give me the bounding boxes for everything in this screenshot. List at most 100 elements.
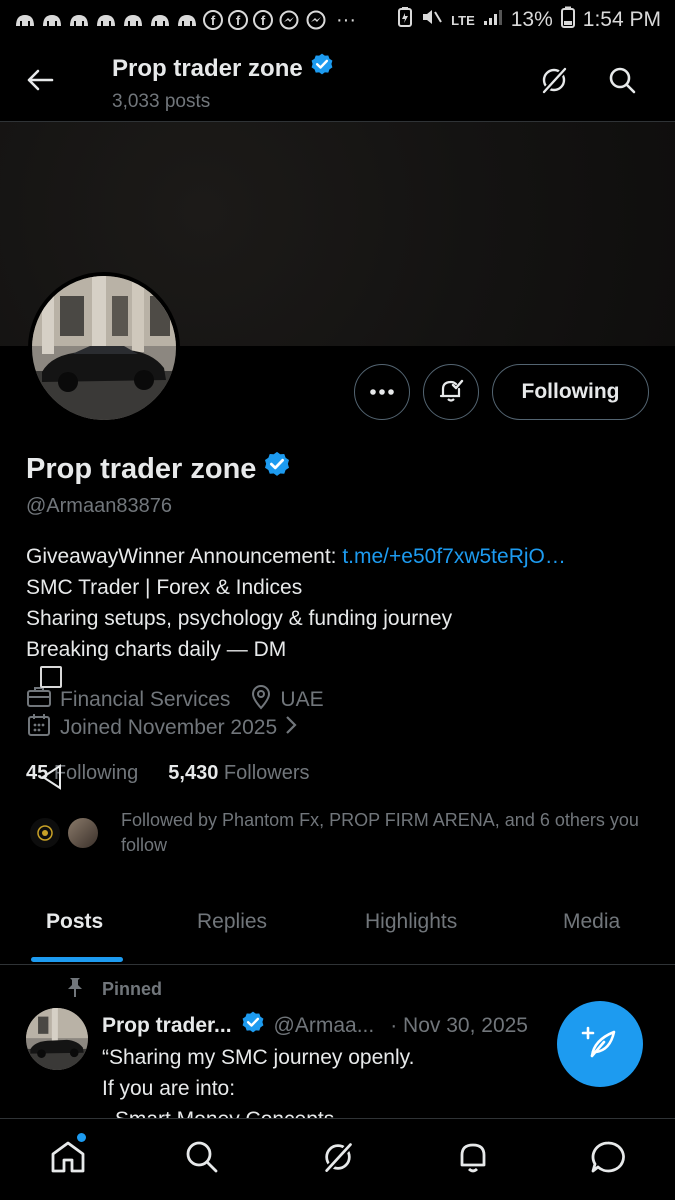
- pinned-label-row: Pinned: [66, 976, 162, 1003]
- more-dots-icon: [369, 383, 395, 401]
- grok-button[interactable]: [534, 62, 574, 102]
- arrow-left-icon: [26, 68, 54, 97]
- grok-icon: [539, 65, 569, 100]
- bio-text: GiveawayWinner Announcement:: [26, 545, 343, 568]
- pinned-label: Pinned: [102, 979, 163, 999]
- profile-joined-row[interactable]: Joined November 2025: [26, 712, 297, 744]
- bottom-navigation: [0, 1118, 675, 1200]
- nav-notifications[interactable]: [453, 1139, 493, 1179]
- battery-icon: [560, 6, 575, 34]
- app-notification-icon: [149, 11, 171, 29]
- chevron-right-icon: [285, 715, 297, 741]
- new-content-dot: [77, 1133, 86, 1142]
- bio-line: GiveawayWinner Announcement: t.me/+e50f7…: [26, 541, 656, 572]
- verified-badge-icon[interactable]: [262, 450, 292, 488]
- post-header: Prop trader... @Armaa... · Nov 30, 2025: [102, 1010, 528, 1042]
- more-notifications-icon: ···: [336, 8, 356, 31]
- facebook-icon: f: [203, 10, 223, 30]
- compose-post-button[interactable]: [557, 1001, 643, 1087]
- post-line: “Sharing my SMC journey openly.: [102, 1046, 415, 1069]
- verified-badge-icon: [309, 52, 335, 85]
- system-indicators: LTE 13% 1:54 PM: [397, 6, 661, 34]
- avatar: [28, 816, 62, 850]
- briefcase-icon: [26, 685, 52, 715]
- profile-bio: GiveawayWinner Announcement: t.me/+e50f7…: [26, 541, 656, 665]
- bio-line: Sharing setups, psychology & funding jou…: [26, 607, 453, 630]
- bio-link[interactable]: t.me/+e50f7xw5teRjO…: [342, 545, 566, 568]
- app-notification-icon: [14, 11, 36, 29]
- facebook-icon: f: [228, 10, 248, 30]
- post-line: If you are into:: [102, 1077, 236, 1100]
- post-avatar-photo: [26, 1008, 88, 1070]
- followed-by-avatars: [26, 814, 106, 854]
- network-type: LTE: [451, 12, 475, 28]
- mute-icon: [421, 7, 443, 33]
- followers-count: 5,430: [168, 762, 219, 784]
- nav-messages[interactable]: [588, 1139, 628, 1179]
- compose-feather-icon: [580, 1022, 620, 1067]
- followers-stat[interactable]: 5,430 Followers: [168, 762, 309, 785]
- signal-icon: [483, 8, 503, 32]
- nav-explore[interactable]: [182, 1139, 222, 1179]
- avatar: [66, 816, 100, 850]
- search-button[interactable]: [602, 62, 642, 102]
- system-overlay-square-icon: [40, 666, 62, 688]
- profile-handle: @Armaan83876: [26, 495, 172, 517]
- app-notification-icon: [68, 11, 90, 29]
- avatar[interactable]: [26, 1008, 88, 1070]
- battery-saver-icon: [397, 6, 413, 34]
- post-text[interactable]: “Sharing my SMC journey openly. If you a…: [102, 1042, 562, 1118]
- system-overlay-back-icon: [40, 764, 62, 795]
- post-line: - Smart Money Concepts: [102, 1104, 562, 1118]
- facebook-icon: f: [253, 10, 273, 30]
- posts-count: 3,033 posts: [112, 91, 211, 112]
- profile-name: Prop trader zone: [26, 450, 292, 488]
- bio-line: Breaking charts daily — DM: [26, 638, 287, 661]
- post-handle: @Armaa...: [273, 1014, 375, 1037]
- search-icon: [608, 66, 636, 99]
- profile-tabs: Posts Replies Highlights Media: [0, 890, 675, 965]
- messenger-icon: [305, 10, 327, 30]
- more-options-button[interactable]: [354, 364, 410, 420]
- app-notification-icon: [41, 11, 63, 29]
- back-button[interactable]: [22, 64, 58, 100]
- post-date: · Nov 30, 2025: [390, 1014, 528, 1037]
- search-icon: [185, 1140, 219, 1179]
- category-label: Financial Services: [60, 688, 231, 711]
- pin-icon: [66, 976, 84, 1003]
- header-name: Prop trader zone: [112, 54, 303, 82]
- followed-by-text: Followed by Phantom Fx, PROP FIRM ARENA,…: [121, 810, 639, 855]
- status-bar: f f f ··· LTE 13% 1:54 PM: [0, 0, 675, 40]
- notifications-toggle-button[interactable]: [423, 364, 479, 420]
- avatar-photo: [32, 276, 176, 420]
- active-tab-indicator: [31, 957, 123, 962]
- follow-stats: 45 Following 5,430 Followers: [26, 762, 310, 785]
- tab-posts[interactable]: Posts: [46, 910, 103, 934]
- tab-replies[interactable]: Replies: [197, 910, 267, 934]
- header-title-block: Prop trader zone 3,033 posts: [112, 52, 335, 113]
- avatar[interactable]: [28, 272, 180, 424]
- app-notification-icon: [122, 11, 144, 29]
- tab-highlights[interactable]: Highlights: [365, 910, 457, 934]
- followers-label: Followers: [223, 762, 310, 784]
- nav-grok[interactable]: [318, 1139, 358, 1179]
- profile-header: Prop trader zone 3,033 posts: [0, 40, 675, 122]
- app-notification-icon: [95, 11, 117, 29]
- post-author[interactable]: Prop trader...: [102, 1014, 232, 1038]
- chat-bubble-icon: [590, 1140, 626, 1179]
- home-icon: [50, 1140, 86, 1179]
- joined-label: Joined November 2025: [60, 716, 278, 739]
- battery-percent: 13%: [510, 8, 553, 31]
- bio-line: SMC Trader | Forex & Indices: [26, 576, 303, 599]
- header-title: Prop trader zone: [112, 52, 335, 85]
- verified-badge-icon: [240, 1010, 266, 1042]
- nav-home[interactable]: [48, 1139, 88, 1179]
- calendar-icon: [26, 712, 52, 744]
- profile-display-name: Prop trader zone: [26, 452, 257, 485]
- bell-icon: [457, 1140, 489, 1179]
- app-notification-icon: [176, 11, 198, 29]
- following-button[interactable]: Following: [492, 364, 649, 420]
- bell-check-icon: [437, 376, 465, 409]
- tab-media[interactable]: Media: [563, 910, 620, 934]
- messenger-icon: [278, 10, 300, 30]
